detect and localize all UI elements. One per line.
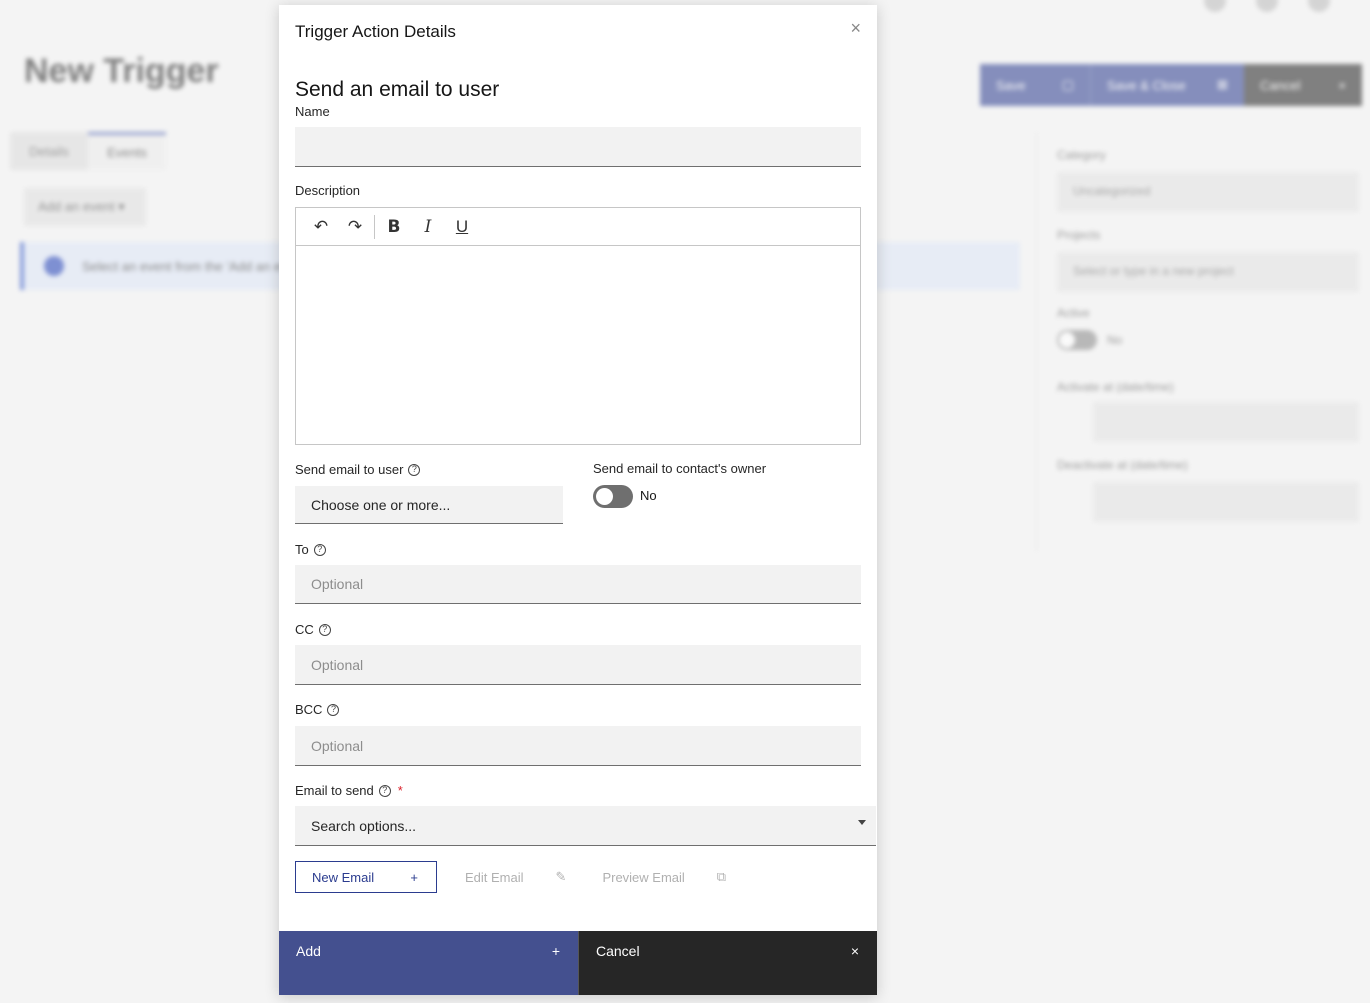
properties-sidebar: Category Uncategorized Projects Select o… — [1036, 132, 1370, 552]
section-title: Send an email to user — [295, 78, 500, 101]
caret-down-icon — [858, 820, 866, 825]
bcc-input[interactable]: Optional — [295, 726, 861, 766]
cc-input[interactable]: Optional — [295, 645, 861, 685]
activate-input[interactable] — [1093, 402, 1359, 442]
description-editor: ↶ ↷ B I U — [295, 207, 861, 445]
close-icon: × — [850, 943, 859, 959]
projects-input[interactable]: Select or type in a new project — [1057, 252, 1359, 292]
help-icon[interactable]: ? — [318, 623, 331, 636]
deactivate-input[interactable] — [1093, 482, 1359, 522]
email-actions: New Email + Edit Email ✎ Preview Email ⧉ — [295, 861, 734, 893]
name-label: Name — [295, 104, 330, 119]
to-label-text: To — [295, 542, 309, 557]
deactivate-label: Deactivate at (date/time) — [1057, 458, 1188, 472]
preview-email-button[interactable]: Preview Email ⧉ — [594, 861, 734, 893]
required-mark: * — [397, 783, 403, 798]
modal-footer: Add + Cancel × — [279, 931, 877, 995]
new-email-label: New Email — [312, 869, 375, 885]
save-close-icon: ⊠ — [1217, 77, 1228, 92]
bcc-label: BCC ? — [295, 702, 340, 717]
editor-toolbar: ↶ ↷ B I U — [296, 208, 860, 246]
send-to-user-label-text: Send email to user — [295, 462, 404, 477]
cc-label: CC ? — [295, 622, 331, 637]
send-to-user-label: Send email to user ? — [295, 462, 421, 477]
add-event-button[interactable]: Add an event ▾ — [24, 188, 146, 226]
name-input[interactable] — [295, 127, 861, 167]
send-to-owner-label: Send email to contact's owner — [593, 461, 767, 476]
save-icon: ▢ — [1061, 77, 1074, 92]
undo-icon[interactable]: ↶ — [304, 212, 338, 242]
page-tabs: Details Events — [10, 132, 166, 170]
trigger-action-modal: Trigger Action Details × Send an email t… — [279, 5, 877, 995]
category-label: Category — [1057, 148, 1106, 162]
help-icon[interactable]: ? — [313, 543, 326, 556]
info-icon — [44, 256, 64, 276]
modal-title: Trigger Action Details — [295, 22, 456, 41]
save-button[interactable]: Save ▢ — [980, 64, 1090, 106]
page-title: New Trigger — [24, 52, 219, 90]
save-close-button[interactable]: Save & Close ⊠ — [1090, 64, 1244, 106]
to-label: To ? — [295, 542, 326, 557]
plus-icon: + — [551, 943, 560, 959]
email-to-send-placeholder: Search options... — [311, 817, 417, 834]
new-email-button[interactable]: New Email + — [295, 861, 437, 893]
tab-details[interactable]: Details — [10, 132, 88, 170]
page-cancel-icon: × — [1338, 77, 1346, 93]
cancel-button[interactable]: Cancel × — [578, 931, 877, 995]
save-label: Save — [996, 77, 1026, 93]
description-label: Description — [295, 183, 361, 198]
external-link-icon: ⧉ — [716, 869, 727, 884]
help-icon[interactable]: ? — [378, 784, 391, 797]
to-input[interactable]: Optional — [295, 565, 861, 604]
toggle-knob — [596, 488, 613, 505]
pencil-icon: ✎ — [555, 869, 567, 884]
help-icon[interactable]: ? — [408, 463, 421, 476]
tab-events[interactable]: Events — [88, 132, 166, 170]
edit-email-button[interactable]: Edit Email ✎ — [457, 861, 574, 893]
add-button[interactable]: Add + — [279, 931, 578, 995]
page-cancel-button[interactable]: Cancel × — [1244, 64, 1362, 106]
top-icons — [1204, 0, 1330, 12]
projects-label: Projects — [1057, 228, 1101, 242]
cancel-label: Cancel — [596, 943, 640, 959]
help-icon[interactable]: ? — [327, 703, 340, 716]
active-toggle[interactable] — [1057, 330, 1097, 350]
redo-icon[interactable]: ↷ — [338, 212, 372, 242]
close-icon[interactable]: × — [850, 19, 861, 37]
plus-icon: + — [410, 869, 418, 885]
cc-label-text: CC — [295, 622, 314, 637]
email-to-send-label-text: Email to send — [295, 783, 374, 798]
save-close-label: Save & Close — [1107, 77, 1186, 93]
page-cancel-label: Cancel — [1260, 77, 1301, 93]
description-textarea[interactable] — [296, 246, 860, 444]
toolbar-divider — [374, 214, 375, 239]
send-to-user-select[interactable]: Choose one or more... — [295, 486, 563, 524]
edit-email-label: Edit Email — [465, 869, 524, 885]
email-to-send-label: Email to send ? * — [295, 783, 403, 798]
send-to-owner-toggle[interactable] — [593, 485, 633, 508]
send-to-owner-value: No — [640, 488, 657, 503]
underline-icon[interactable]: U — [445, 212, 479, 242]
bold-icon[interactable]: B — [377, 212, 411, 242]
email-to-send-select[interactable]: Search options... — [295, 806, 876, 846]
active-value: No — [1107, 333, 1123, 347]
category-select[interactable]: Uncategorized — [1057, 172, 1359, 212]
activate-label: Activate at (date/time) — [1057, 380, 1174, 394]
active-label: Active — [1057, 306, 1090, 320]
italic-icon[interactable]: I — [411, 212, 445, 242]
bcc-label-text: BCC — [295, 702, 323, 717]
add-label: Add — [296, 943, 321, 959]
preview-email-label: Preview Email — [602, 869, 685, 885]
page-actions: Save ▢ Save & Close ⊠ Cancel × — [980, 64, 1362, 106]
